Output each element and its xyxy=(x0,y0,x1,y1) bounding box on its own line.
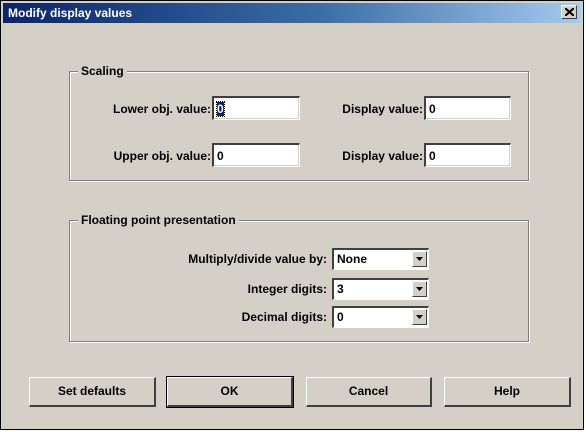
upper-obj-value-field[interactable]: 0 xyxy=(212,143,300,167)
upper-display-value-field[interactable]: 0 xyxy=(424,143,511,167)
lower-display-value-field[interactable]: 0 xyxy=(424,96,511,120)
floating-point-group-title: Floating point presentation xyxy=(78,213,239,227)
integer-digits-value: 3 xyxy=(337,282,344,296)
lower-display-value-label: Display value: xyxy=(342,102,423,116)
title-bar[interactable]: Modify display values xyxy=(3,3,581,23)
integer-digits-dropdown-button[interactable] xyxy=(412,281,427,297)
integer-digits-select[interactable]: 3 xyxy=(332,278,429,300)
set-defaults-button[interactable]: Set defaults xyxy=(29,377,156,407)
lower-obj-value-label: Lower obj. value: xyxy=(112,102,211,116)
close-icon xyxy=(565,8,574,16)
cancel-button[interactable]: Cancel xyxy=(306,377,432,407)
multiply-divide-value: None xyxy=(337,252,367,266)
chevron-down-icon xyxy=(416,257,423,261)
lower-obj-value-field[interactable]: 0 xyxy=(212,96,300,120)
decimal-digits-value: 0 xyxy=(337,310,344,324)
close-button[interactable] xyxy=(561,5,577,19)
chevron-down-icon xyxy=(416,315,423,319)
decimal-digits-dropdown-button[interactable] xyxy=(412,309,427,325)
scaling-group-title: Scaling xyxy=(78,64,127,78)
modify-display-values-dialog: Modify display values Scaling Lower obj.… xyxy=(0,0,584,430)
window-title: Modify display values xyxy=(8,6,133,20)
integer-digits-label: Integer digits: xyxy=(247,282,327,296)
decimal-digits-select[interactable]: 0 xyxy=(332,306,429,328)
ok-button[interactable]: OK xyxy=(166,376,294,408)
upper-display-value-label: Display value: xyxy=(342,149,423,163)
multiply-divide-label: Multiply/divide value by: xyxy=(188,252,327,266)
chevron-down-icon xyxy=(416,287,423,291)
help-button[interactable]: Help xyxy=(444,377,571,407)
upper-obj-value-label: Upper obj. value: xyxy=(113,149,211,163)
decimal-digits-label: Decimal digits: xyxy=(241,310,327,324)
multiply-divide-select[interactable]: None xyxy=(332,248,429,270)
multiply-divide-dropdown-button[interactable] xyxy=(412,251,427,267)
